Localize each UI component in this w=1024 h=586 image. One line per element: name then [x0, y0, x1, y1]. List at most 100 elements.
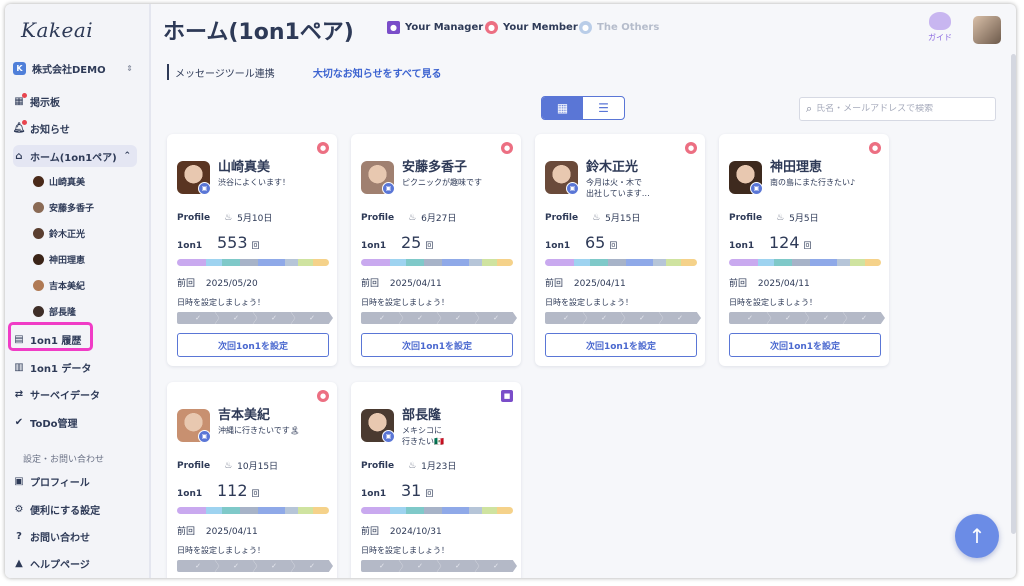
schedule-next-button[interactable]: 次回1on1を設定 [361, 333, 513, 357]
1on1-count: 1on1 112 回 [177, 481, 260, 500]
avatar [33, 279, 44, 291]
birthday: 5月15日 [605, 214, 641, 224]
sidebar-sub-item[interactable]: 部長隆 [33, 301, 76, 321]
app-window: Kakeai K 株式会社DEMO ⇕ ▦ 掲示板 🔔︎ お知らせ ⌂ ホーム(… [5, 4, 1016, 578]
legend-member: ● Your Member [485, 21, 578, 34]
profile-row[interactable]: Profile ♨ 1月23日 [361, 459, 456, 473]
sidebar: Kakeai K 株式会社DEMO ⇕ ▦ 掲示板 🔔︎ お知らせ ⌂ ホーム(… [5, 4, 151, 578]
profile-row[interactable]: Profile ♨ 5月10日 [177, 211, 273, 225]
birthday: 5月5日 [789, 214, 819, 224]
view-all-notices-link[interactable]: 大切なお知らせをすべて見る [313, 65, 442, 80]
legend-others: ● The Others [579, 21, 659, 34]
sidebar-item-survey[interactable]: ⇄ サーベイデータ [13, 383, 137, 405]
progress-steps: ✓ ✓ ✓ ✓ [177, 312, 333, 324]
schedule-next-button[interactable]: 次回1on1を設定 [545, 333, 697, 357]
sidebar-item-todo[interactable]: ✔ ToDo管理 [13, 411, 137, 433]
manager-role-icon: ■ [501, 390, 513, 402]
1on1-count: 1on1 124 回 [729, 233, 812, 252]
list-view-button[interactable]: ☰ [583, 97, 624, 119]
sidebar-item-contact[interactable]: ? お問い合わせ [13, 525, 137, 547]
profile-row[interactable]: Profile ♨ 5月5日 [729, 211, 819, 225]
birthday: 5月10日 [237, 214, 273, 224]
1on1-count: 1on1 31 回 [361, 481, 434, 500]
avatar [33, 253, 44, 265]
sidebar-sub-item[interactable]: 山崎真美 [33, 171, 85, 191]
schedule-hint: 日時を設定しましょう！ [177, 298, 265, 307]
scroll-top-button[interactable]: ↑ [955, 514, 999, 558]
member-role-icon: ● [501, 142, 513, 154]
progress-steps: ✓ ✓ ✓ ✓ [729, 312, 885, 324]
member-name: 安藤多香子 [402, 160, 468, 175]
grid-view-button[interactable]: ▦ [542, 97, 583, 119]
board-icon: ▦ [13, 93, 27, 107]
sidebar-item-notifications[interactable]: 🔔︎ お知らせ [13, 117, 137, 139]
sidebar-item-board[interactable]: ▦ 掲示板 [13, 90, 137, 112]
sidebar-item-1on1-data[interactable]: ▥ 1on1 データ [13, 356, 137, 378]
step-check-icon: ✓ [177, 560, 219, 572]
robot-badge-icon: ▣ [198, 182, 211, 195]
profile-row[interactable]: Profile ♨ 6月27日 [361, 211, 456, 225]
grid-icon: ▦ [556, 101, 569, 115]
scrollbar[interactable] [1011, 54, 1016, 534]
1on1-count: 1on1 65 回 [545, 233, 618, 252]
color-history-bar [361, 507, 513, 514]
chart-icon: ▥ [14, 361, 24, 373]
sidebar-sub-item[interactable]: 鈴木正光 [33, 223, 85, 243]
check-icon: ✔ [14, 416, 24, 428]
sidebar-sub-item[interactable]: 吉本美紀 [33, 275, 85, 295]
guide-button[interactable]: ガイド [925, 12, 955, 43]
pair-card[interactable]: ■ ▣ 部長隆 メキシコに 行きたい🇲🇽 Profile ♨ 1月23日 1on… [351, 382, 521, 578]
sidebar-sub-item[interactable]: 神田理恵 [33, 249, 85, 269]
pair-card[interactable]: ● ▣ 神田理恵 南の島にまた行きたい♪ Profile ♨ 5月5日 1on1… [719, 134, 889, 366]
member-icon: ● [485, 21, 498, 34]
schedule-hint: 日時を設定しましょう！ [177, 546, 265, 555]
updown-icon: ⇕ [126, 63, 133, 73]
step-check-icon: ✓ [399, 312, 441, 324]
status-message: 沖縄に行きたいです🏝 [218, 426, 300, 435]
chevron-up-icon[interactable]: ⌃ [123, 151, 131, 161]
company-switcher[interactable]: K 株式会社DEMO ⇕ [13, 59, 133, 77]
search-input[interactable] [816, 104, 977, 114]
birthday: 10月15日 [237, 462, 279, 472]
arrow-up-icon: ↑ [968, 524, 986, 548]
cake-icon: ♨ [776, 212, 785, 223]
profile-row[interactable]: Profile ♨ 10月15日 [177, 459, 279, 473]
sidebar-item-settings[interactable]: ⚙ 便利にする設定 [13, 498, 137, 520]
question-icon: ? [16, 530, 22, 542]
pair-card[interactable]: ● ▣ 吉本美紀 沖縄に行きたいです🏝 Profile ♨ 10月15日 1on… [167, 382, 337, 578]
step-check-icon: ✓ [399, 560, 441, 572]
schedule-next-button[interactable]: 次回1on1を設定 [177, 333, 329, 357]
pair-card[interactable]: ● ▣ 山崎真美 渋谷によくいます！ Profile ♨ 5月10日 1on1 … [167, 134, 337, 366]
progress-steps: ✓ ✓ ✓ ✓ [361, 560, 517, 572]
gear-icon: ⚙ [14, 503, 24, 515]
survey-icon: ⇄ [14, 388, 24, 400]
status-message: ピクニックが趣味です [402, 178, 482, 187]
member-name: 山崎真美 [218, 160, 271, 175]
schedule-next-button[interactable]: 次回1on1を設定 [729, 333, 881, 357]
pair-card[interactable]: ● ▣ 鈴木正光 今月は火・木で 出社しています… Profile ♨ 5月15… [535, 134, 705, 366]
company-icon: K [13, 61, 26, 75]
schedule-hint: 日時を設定しましょう！ [545, 298, 633, 307]
pair-card[interactable]: ● ▣ 安藤多香子 ピクニックが趣味です Profile ♨ 6月27日 1on… [351, 134, 521, 366]
manager-icon: ● [387, 21, 400, 34]
profile-row[interactable]: Profile ♨ 5月15日 [545, 211, 641, 225]
main-content: ホーム(1on1ペア) ● Your Manager ● Your Member… [151, 4, 1016, 578]
step-check-icon: ✓ [291, 312, 333, 324]
message-tool-link[interactable]: メッセージツール連携 [175, 65, 275, 80]
cake-icon: ♨ [592, 212, 601, 223]
sidebar-sub-item[interactable]: 安藤多香子 [33, 197, 94, 217]
user-avatar[interactable] [973, 16, 1001, 44]
graduation-icon: ▲ [15, 557, 23, 569]
step-check-icon: ✓ [253, 560, 295, 572]
step-check-icon: ✓ [621, 312, 663, 324]
sidebar-item-profile[interactable]: ▣ プロフィール [13, 470, 137, 492]
member-name: 神田理恵 [770, 160, 823, 175]
sidebar-item-home[interactable]: ⌂ ホーム(1on1ペア) ⌃ [13, 145, 137, 167]
app-logo[interactable]: Kakeai [21, 18, 93, 42]
progress-steps: ✓ ✓ ✓ ✓ [361, 312, 517, 324]
step-check-icon: ✓ [215, 560, 257, 572]
last-1on1: 前回 2024/10/31 [361, 527, 442, 537]
sidebar-item-help[interactable]: ▲ ヘルプページ [13, 552, 137, 574]
avatar [33, 175, 44, 187]
status-message: 南の島にまた行きたい♪ [770, 178, 856, 187]
